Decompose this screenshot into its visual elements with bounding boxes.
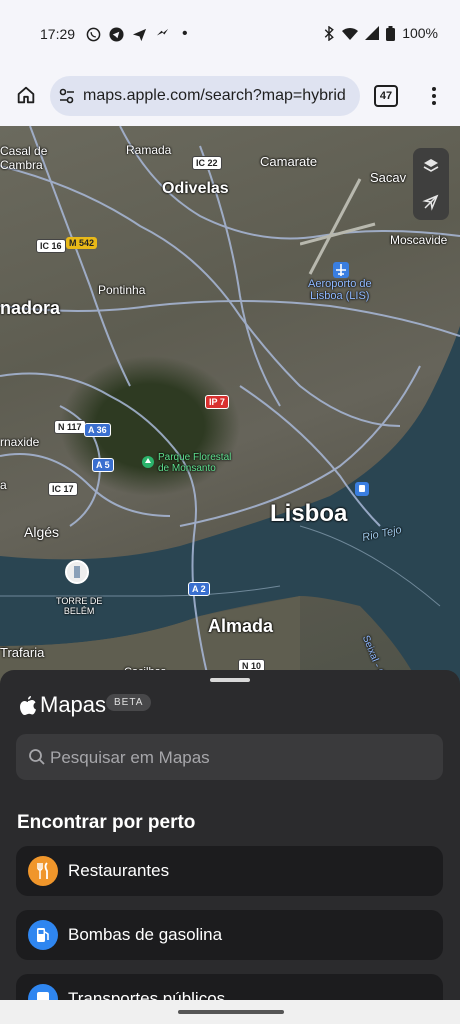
- category-label: Bombas de gasolina: [68, 925, 223, 944]
- road-shield-a5: A 5: [92, 458, 114, 472]
- map-label-trafaria[interactable]: Trafaria: [0, 645, 44, 660]
- app-notification-icon: [156, 28, 169, 35]
- battery-icon: [386, 25, 396, 41]
- overflow-menu-button[interactable]: [424, 82, 444, 110]
- status-time: 17:29: [40, 26, 76, 42]
- map-view[interactable]: Casal de Cambra Ramada IC 22 Camarate Sa…: [0, 126, 460, 686]
- map-label-alges[interactable]: Algés: [24, 524, 59, 540]
- category-gas-stations[interactable]: Bombas de gasolina: [16, 910, 443, 960]
- home-button[interactable]: [12, 81, 40, 109]
- map-label-odivelas[interactable]: Odivelas: [162, 180, 229, 198]
- torre-de-belem-icon[interactable]: [65, 560, 89, 584]
- map-label-camarate[interactable]: Camarate: [260, 154, 317, 169]
- beta-badge: BETA: [106, 694, 152, 711]
- road-shield-ic17: IC 17: [48, 482, 78, 496]
- url-text[interactable]: maps.apple.com/search?map=hybrid: [83, 87, 346, 105]
- road-shield-ip7: IP 7: [205, 395, 229, 409]
- category-label: Restaurantes: [68, 861, 170, 880]
- telegram-icon: [109, 26, 124, 42]
- map-label-pontinha[interactable]: Pontinha: [98, 283, 145, 297]
- road-shield-ic16: IC 16: [36, 239, 66, 253]
- map-label-ramada[interactable]: Ramada: [126, 143, 171, 157]
- road-shield-a2: A 2: [188, 582, 210, 596]
- location-off-icon: [422, 194, 439, 211]
- layers-icon: [423, 159, 439, 172]
- train-station-icon[interactable]: [355, 482, 369, 496]
- brand-logo: Mapas: [20, 692, 106, 718]
- map-label-ba[interactable]: a: [0, 478, 7, 492]
- address-bar[interactable]: maps.apple.com/search?map=hybrid: [50, 76, 360, 116]
- map-label-amadora[interactable]: nadora: [0, 298, 60, 319]
- search-input[interactable]: Pesquisar em Mapas: [16, 734, 443, 780]
- more-notifications-dot: •: [182, 25, 188, 42]
- search-placeholder: Pesquisar em Mapas: [50, 748, 210, 767]
- system-navigation-bar: [0, 1000, 460, 1024]
- sheet-grabber[interactable]: [210, 678, 250, 682]
- status-bar: 17:29 • 100%: [0, 0, 460, 66]
- home-icon: [17, 86, 35, 104]
- bottom-sheet: Mapas BETA Pesquisar em Mapas Encontrar …: [0, 670, 460, 1024]
- whatsapp-icon: [86, 27, 101, 41]
- fuel-icon: [28, 920, 58, 950]
- site-settings-icon[interactable]: [58, 87, 76, 105]
- search-icon: [29, 749, 45, 765]
- signal-icon: [365, 26, 380, 40]
- map-label-sacavem[interactable]: Sacav: [370, 170, 406, 185]
- map-label-torre-de-belem[interactable]: TORRE DE BELÉM: [56, 596, 102, 616]
- category-restaurants[interactable]: Restaurantes: [16, 846, 443, 896]
- send-icon: [132, 28, 147, 41]
- road-shield-m542: M 542: [66, 237, 98, 249]
- road-shield-ic22: IC 22: [192, 156, 222, 170]
- map-label-almada[interactable]: Almada: [208, 616, 273, 637]
- map-label-carnaxide[interactable]: rnaxide: [0, 435, 39, 449]
- fork-knife-icon: [28, 856, 58, 886]
- browser-toolbar: maps.apple.com/search?map=hybrid 47: [0, 66, 460, 126]
- road-shield-n117: N 117: [54, 420, 86, 434]
- bluetooth-icon: [324, 25, 335, 41]
- map-layers-button[interactable]: [413, 148, 449, 184]
- map-controls: [413, 148, 449, 220]
- park-icon[interactable]: [142, 456, 154, 468]
- tab-switcher-button[interactable]: 47: [374, 85, 398, 107]
- road-shield-a36: A 36: [84, 423, 111, 437]
- map-label-lisboa[interactable]: Lisboa: [270, 500, 347, 528]
- map-label-moscavide[interactable]: Moscavide: [390, 233, 447, 247]
- section-title: Encontrar por perto: [17, 812, 196, 833]
- map-label-casal-de-cambra[interactable]: Casal de Cambra: [0, 144, 60, 172]
- wifi-icon: [342, 27, 359, 40]
- gesture-handle[interactable]: [178, 1010, 284, 1014]
- map-label-parque-monsanto[interactable]: Parque Florestal de Monsanto: [158, 452, 231, 474]
- brand-name: Mapas: [40, 692, 107, 717]
- location-button[interactable]: [413, 184, 449, 220]
- map-label-aeroporto[interactable]: Aeroporto de Lisboa (LIS): [308, 278, 372, 302]
- airport-icon[interactable]: [333, 262, 349, 278]
- apple-logo-icon: [20, 695, 36, 715]
- battery-percent: 100%: [402, 25, 438, 41]
